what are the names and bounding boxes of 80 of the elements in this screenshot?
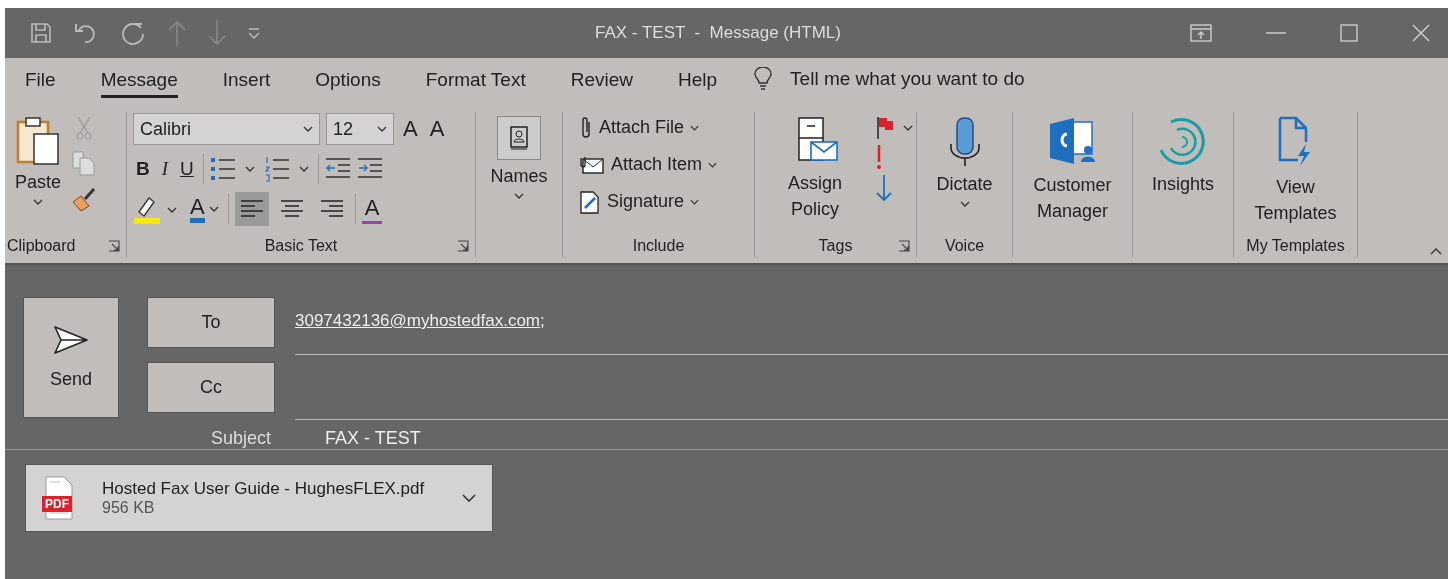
decrease-indent-icon[interactable] [324,157,351,181]
address-book-icon [509,126,529,150]
names-button[interactable]: Names [486,112,552,203]
attachment-size: 956 KB [102,499,156,517]
caret-icon [33,199,43,205]
attach-item-button[interactable]: Attach Item [579,149,718,180]
ribbon-tab[interactable]: Review [570,60,634,98]
ribbon-tab[interactable]: File [25,60,56,98]
maximize-icon[interactable] [1340,24,1358,42]
group-label: Clipboard [7,237,76,255]
signature-button[interactable]: Signature [579,186,718,217]
flag-icon[interactable] [875,116,915,140]
cc-button[interactable]: Cc [147,362,275,413]
dictate-button[interactable]: Dictate [932,112,997,211]
customer-manager-button[interactable]: Customer Manager [1018,112,1127,228]
signature-icon [579,189,601,214]
bold-button[interactable]: B [133,158,153,180]
group-label: Basic Text [264,237,338,255]
brush-icon[interactable] [71,186,98,212]
view-templates-button[interactable]: View Templates [1241,112,1350,230]
customize-caret-icon[interactable] [247,27,261,39]
ribbon-tab[interactable]: Format Text [425,60,526,98]
subject-field[interactable]: FAX - TEST [325,427,421,449]
recipient-link[interactable]: 3097432136@myhostedfax.com; [295,311,545,330]
attachment-name: Hosted Fax User Guide - HughesFLEX.pdf [102,479,426,499]
caret-icon [708,161,718,168]
caret-icon [208,206,219,212]
search-field[interactable]: Tell me what you want to do [790,68,1025,90]
to-field[interactable]: 3097432136@myhostedfax.com; [295,297,1448,355]
ribbon-tab[interactable]: Help [678,60,718,98]
underline-button[interactable]: U [177,158,197,180]
paperclip-icon [579,115,593,140]
microphone-icon [947,116,982,168]
close-icon[interactable] [1412,24,1430,42]
align-left-icon[interactable] [234,192,269,226]
send-button[interactable]: Send [23,297,119,418]
exclamation-icon[interactable] [875,144,883,170]
down-arrow-icon[interactable] [875,174,893,202]
group-label: Include [632,237,685,255]
customer-manager-icon [1047,116,1098,166]
dialog-launcher-icon[interactable] [108,240,120,252]
caret-icon[interactable] [462,494,476,502]
envelope-clip-icon [579,154,605,175]
group-label: My Templates [1246,237,1345,255]
to-button[interactable]: To [147,297,275,348]
caret-icon [690,198,700,205]
ribbon-display-icon[interactable] [1190,24,1212,42]
italic-button[interactable]: I [158,158,172,180]
group-label: Voice [944,237,985,255]
clipboard-icon [16,116,60,166]
caret-icon [959,201,970,207]
caret-icon [514,193,524,199]
ribbon-tab[interactable]: Options [315,60,381,98]
font-color-button[interactable]: A [187,195,222,223]
dialog-launcher-icon[interactable] [898,240,910,252]
insights-button[interactable]: Insights [1147,112,1218,199]
save-icon[interactable] [29,21,53,45]
increase-indent-icon[interactable] [356,157,383,181]
shrink-font-button[interactable]: A [426,116,448,142]
window-title: FAX - TEST - Message (HTML) [595,23,841,43]
caret-icon [377,126,387,132]
lightbulb-icon[interactable] [754,67,773,91]
clear-formatting-button[interactable]: A [361,194,383,224]
font-size-dropdown[interactable]: 12 [326,113,394,145]
ribbon-tab[interactable]: Insert [222,60,271,98]
assign-policy-button[interactable]: Assign Policy [761,112,869,226]
group-label: Tags [818,237,853,255]
send-icon [53,325,89,355]
attachment-card[interactable]: PDF Hosted Fax User Guide - HughesFLEX.pdf 956 KB [25,464,493,532]
grow-font-button[interactable]: A [400,116,421,142]
caret-icon [690,124,700,131]
paste-button[interactable]: Paste [11,112,66,209]
minimize-icon[interactable] [1266,31,1286,35]
dialog-launcher-icon[interactable] [457,240,469,252]
collapse-ribbon-icon[interactable] [1430,247,1442,255]
caret-icon [303,126,313,132]
attach-file-button[interactable]: Attach File [579,112,718,143]
ribbon-tab[interactable]: Message [100,60,178,98]
subject-label: Subject [209,427,272,449]
font-name-dropdown[interactable]: Calibri [133,113,320,145]
